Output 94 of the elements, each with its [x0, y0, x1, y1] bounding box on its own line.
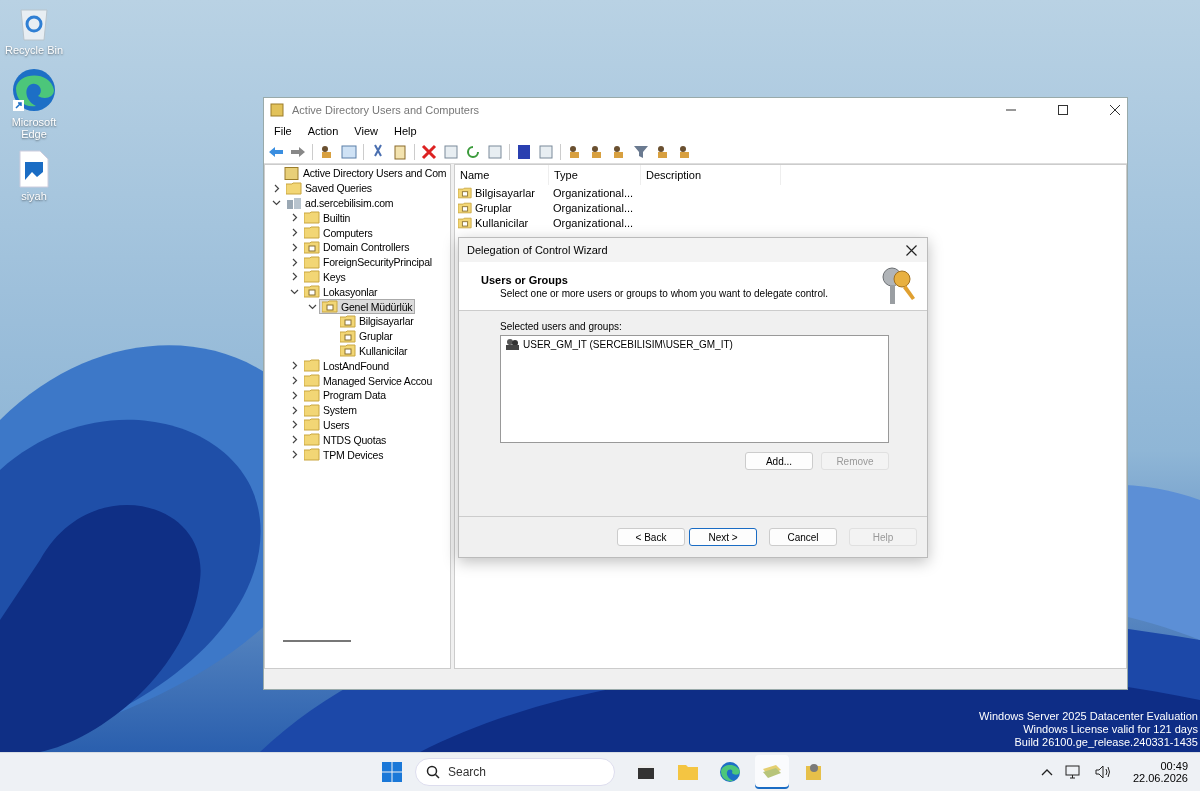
dialog-heading: Users or Groups: [481, 273, 569, 286]
column-header[interactable]: Description: [641, 165, 781, 185]
column-header[interactable]: Type: [549, 165, 641, 185]
ou-folder-icon: [340, 314, 356, 328]
dialog-title: Delegation of Control Wizard: [467, 244, 608, 256]
network-icon[interactable]: [1064, 764, 1083, 780]
tree-item[interactable]: Active Directory Users and Com: [281, 166, 450, 181]
tree-item[interactable]: Genel Müdürlük: [319, 299, 416, 314]
folder-icon: [304, 388, 320, 402]
ou-folder-icon: [458, 216, 472, 229]
list-item[interactable]: Bilgisayarlar: [455, 186, 549, 199]
tree-item[interactable]: Bilgisayarlar: [337, 313, 417, 329]
group-icon: [505, 338, 520, 350]
license-text: Windows Server 2025 Datacenter Evaluation: [979, 710, 1198, 723]
keys-icon: [879, 266, 917, 306]
tree-item[interactable]: System: [301, 402, 360, 418]
recycle-bin-icon[interactable]: [17, 6, 51, 42]
column-header[interactable]: Name: [455, 165, 549, 185]
ou-folder-icon: [458, 201, 472, 214]
clock-time[interactable]: 00:49: [1160, 760, 1188, 772]
chevron-up-icon[interactable]: [1040, 768, 1053, 776]
start-icon[interactable]: [381, 761, 403, 783]
folder-icon: [304, 255, 320, 269]
toolbar-icon[interactable]: [421, 144, 437, 160]
tree-item[interactable]: Builtin: [301, 210, 354, 226]
domain-icon: [286, 196, 302, 210]
folder-icon: [304, 226, 320, 240]
tree-item[interactable]: Program Data: [301, 387, 389, 403]
menu-item[interactable]: Action: [301, 123, 345, 139]
dialog-button[interactable]: < Back: [617, 528, 685, 546]
tree-item[interactable]: Users: [301, 417, 353, 433]
dialog-button[interactable]: Add...: [745, 452, 813, 470]
expander-icon[interactable]: [307, 302, 317, 312]
volume-icon[interactable]: [1094, 764, 1113, 780]
search-field[interactable]: Search: [415, 758, 615, 786]
expander-icon[interactable]: [271, 198, 281, 208]
tree-item[interactable]: LostAndFound: [301, 358, 392, 374]
folder-icon: [304, 448, 320, 462]
edge-icon[interactable]: [10, 66, 58, 114]
license-text: Build 26100.ge_release.240331-1435: [1014, 736, 1198, 749]
tree-item[interactable]: ForeignSecurityPrincipal: [301, 254, 435, 270]
tree-item[interactable]: Computers: [301, 225, 376, 240]
menu-item[interactable]: Help: [387, 123, 423, 139]
table-cell-text: Organizational...: [552, 216, 635, 229]
folder-icon: [286, 181, 302, 195]
folder-icon: [304, 403, 320, 417]
app-icon: [270, 102, 284, 117]
folder-icon: [304, 270, 320, 284]
ou-folder-icon: [304, 285, 320, 299]
tree-item[interactable]: Lokasyonlar: [301, 284, 381, 300]
folder-icon: [304, 433, 320, 447]
clock-date[interactable]: 22.06.2026: [1132, 772, 1188, 784]
close-icon[interactable]: [906, 244, 917, 256]
list-item[interactable]: Gruplar: [455, 201, 549, 214]
maximize-icon[interactable]: [1057, 103, 1069, 116]
console-icon: [284, 166, 300, 180]
tree-item[interactable]: Managed Service Accou: [301, 373, 436, 388]
toolbar-icon[interactable]: [516, 144, 532, 160]
folder-icon: [304, 211, 320, 225]
license-text: Windows License valid for 121 days: [1023, 723, 1198, 736]
folder-icon: [304, 374, 320, 388]
list-label: Selected users and groups:: [500, 321, 623, 332]
ou-folder-icon: [340, 329, 356, 343]
table-cell-text: Organizational...: [552, 201, 635, 214]
folder-icon: [304, 418, 320, 432]
tree-item[interactable]: Kullanicilar: [337, 343, 411, 359]
tree-item[interactable]: ad.sercebilisim.com: [283, 195, 397, 211]
list-item[interactable]: Kullanicilar: [455, 216, 549, 229]
tree-item[interactable]: Saved Queries: [283, 180, 375, 196]
ou-folder-icon: [322, 300, 338, 314]
expander-icon[interactable]: [289, 287, 299, 297]
tree-item[interactable]: NTDS Quotas: [301, 432, 390, 448]
ou-folder-icon: [340, 344, 356, 358]
dialog-button[interactable]: Next >: [689, 528, 757, 546]
dialog-button[interactable]: Cancel: [769, 528, 837, 546]
tree-item[interactable]: Gruplar: [337, 328, 396, 344]
close-icon[interactable]: [1109, 103, 1121, 116]
ou-folder-icon: [304, 240, 320, 254]
window-title: Active Directory Users and Computers: [292, 103, 480, 116]
list-item[interactable]: USER_GM_IT (SERCEBILISIM\USER_GM_IT): [505, 338, 884, 350]
users-list[interactable]: USER_GM_IT (SERCEBILISIM\USER_GM_IT): [500, 335, 889, 443]
menu-item[interactable]: File: [268, 123, 298, 139]
tree-item[interactable]: Domain Controllers: [301, 240, 413, 255]
folder-icon: [304, 359, 320, 373]
toolbar-icon[interactable]: [633, 144, 649, 160]
menu-item[interactable]: View: [348, 123, 384, 139]
tree-item[interactable]: TPM Devices: [301, 447, 387, 462]
image-file-icon[interactable]: [18, 150, 50, 188]
tree-item[interactable]: Keys: [301, 269, 349, 285]
scrollbar[interactable]: [283, 640, 351, 642]
table-cell-text: Organizational...: [552, 186, 635, 199]
dialog-subtitle: Select one or more users or groups to whom you want to delegate control.: [499, 287, 828, 299]
ou-folder-icon: [458, 186, 472, 199]
toolbar-icon[interactable]: [465, 144, 481, 160]
